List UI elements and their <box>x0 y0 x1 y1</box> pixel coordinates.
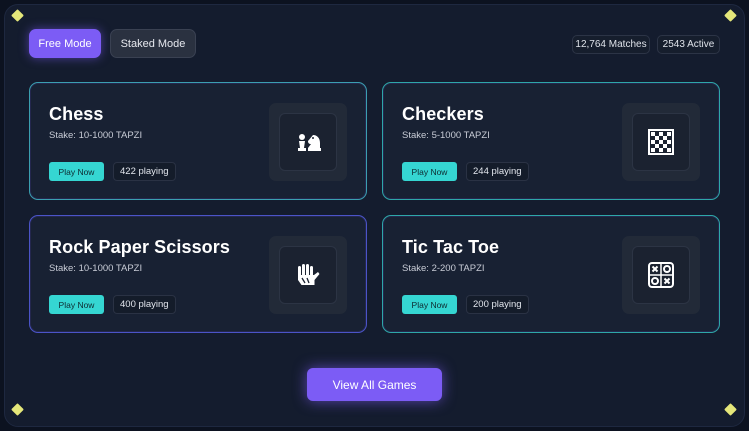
checkers-icon <box>632 113 690 171</box>
game-icon-box <box>622 103 700 181</box>
playing-count: 200 playing <box>466 295 529 314</box>
game-card-chess[interactable]: Chess Stake: 10-1000 TAPZI Play Now 422 … <box>29 82 367 200</box>
game-stake: Stake: 5-1000 TAPZI <box>402 130 490 141</box>
free-mode-button[interactable]: Free Mode <box>29 29 101 58</box>
playing-count: 400 playing <box>113 295 176 314</box>
chess-icon <box>279 113 337 171</box>
view-all-games-button[interactable]: View All Games <box>307 368 442 401</box>
playing-count: 422 playing <box>113 162 176 181</box>
game-icon-box <box>269 236 347 314</box>
active-count-badge: 2543 Active <box>657 35 720 54</box>
tic-tac-toe-icon <box>632 246 690 304</box>
game-title: Checkers <box>402 104 484 124</box>
playing-count: 244 playing <box>466 162 529 181</box>
game-stake: Stake: 10-1000 TAPZI <box>49 263 143 274</box>
play-now-button[interactable]: Play Now <box>49 162 104 181</box>
hand-icon <box>279 246 337 304</box>
game-title: Chess <box>49 104 104 124</box>
game-icon-box <box>622 236 700 314</box>
game-stake: Stake: 10-1000 TAPZI <box>49 130 143 141</box>
play-now-button[interactable]: Play Now <box>49 295 104 314</box>
game-card-rock-paper-scissors[interactable]: Rock Paper Scissors Stake: 10-1000 TAPZI… <box>29 215 367 333</box>
game-title: Tic Tac Toe <box>402 237 500 257</box>
play-now-button[interactable]: Play Now <box>402 162 457 181</box>
play-now-button[interactable]: Play Now <box>402 295 457 314</box>
game-stake: Stake: 2-200 TAPZI <box>402 263 485 274</box>
game-icon-box <box>269 103 347 181</box>
game-card-tic-tac-toe[interactable]: Tic Tac Toe Stake: 2-200 TAPZI Play Now … <box>382 215 720 333</box>
staked-mode-button[interactable]: Staked Mode <box>110 29 196 58</box>
game-title: Rock Paper Scissors <box>49 237 230 257</box>
matches-count-badge: 12,764 Matches <box>572 35 650 54</box>
game-card-checkers[interactable]: Checkers Stake: 5-1000 TAPZI Play Now 24… <box>382 82 720 200</box>
